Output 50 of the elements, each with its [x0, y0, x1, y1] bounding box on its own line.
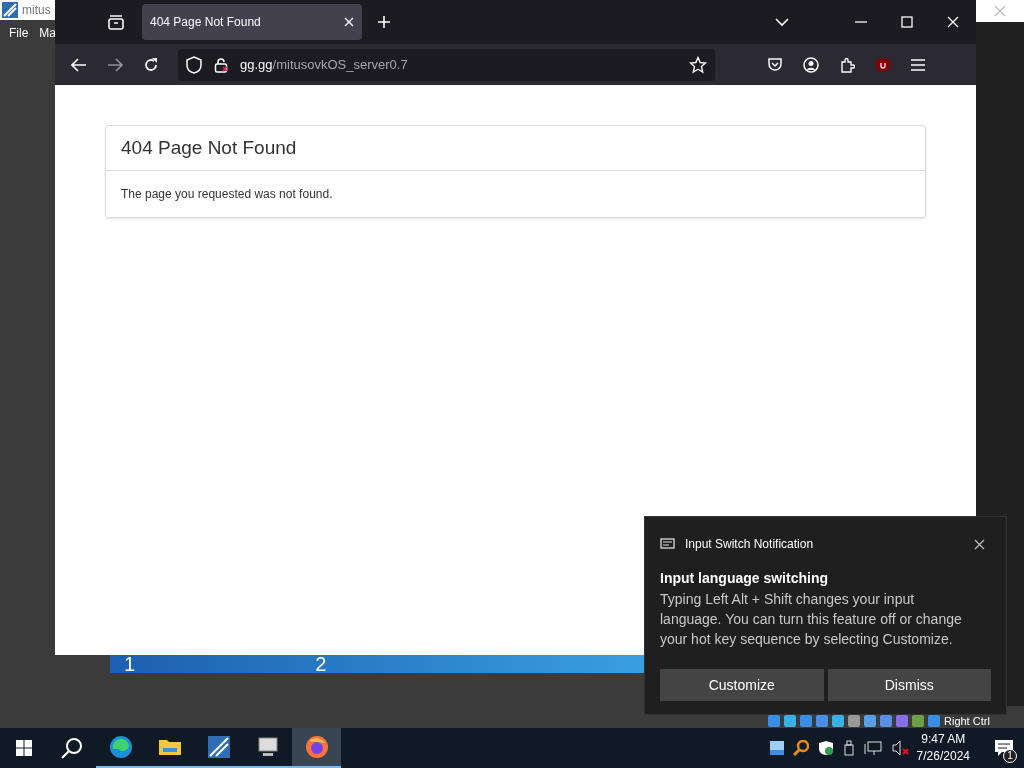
host-key-label: Right Ctrl — [944, 714, 990, 728]
maximize-icon[interactable] — [901, 16, 913, 28]
tab-list-icon[interactable] — [107, 14, 125, 30]
notification-button[interactable]: Dismiss — [827, 669, 991, 701]
windows-icon — [16, 740, 32, 756]
app-icon — [206, 735, 231, 759]
shield-icon — [186, 55, 202, 74]
usb-icon[interactable] — [842, 740, 855, 756]
page-heading: 404 Page Not Found — [121, 135, 297, 160]
magnifier-icon[interactable] — [792, 740, 809, 756]
clock[interactable]: 9:47 AM 7/26/2024 — [916, 731, 970, 765]
firefox-icon — [304, 735, 329, 759]
new-tab-icon[interactable] — [377, 15, 391, 29]
lock-icon — [214, 56, 228, 73]
browser-icon — [108, 735, 133, 759]
address-bar[interactable]: gg.gg/mitusovkOS_server0.7 — [178, 48, 715, 81]
notification-button[interactable]: Customize — [660, 669, 824, 701]
url-text: gg.gg/mitusovkOS_server0.7 — [240, 55, 409, 74]
search-icon — [61, 737, 83, 759]
network-icon[interactable] — [863, 740, 882, 756]
pocket-icon[interactable] — [767, 56, 783, 73]
shield-badge-icon[interactable] — [875, 56, 891, 73]
page-message: The page you requested was not found. — [121, 186, 333, 203]
action-center-button[interactable]: 1 — [984, 728, 1024, 768]
star-icon[interactable] — [689, 55, 707, 74]
menu-item[interactable]: Ma — [39, 24, 56, 42]
notification-title: Input language switching — [660, 569, 829, 588]
speaker-muted-icon[interactable] — [890, 740, 909, 756]
forward-icon[interactable] — [107, 57, 123, 72]
strip-label: 1 — [124, 655, 136, 673]
menu-icon[interactable] — [911, 58, 925, 71]
notification-body: Typing Left Alt + Shift changes your input language. You can turn this feature off or change your hot key sequence by selecting Customize. — [660, 590, 963, 649]
browser-tab[interactable]: 404 Page Not Found — [142, 4, 362, 40]
computer-icon — [255, 735, 280, 759]
strip-label: 2 — [315, 655, 327, 673]
clock-date: 7/26/2024 — [916, 748, 970, 765]
keyboard-icon — [660, 538, 676, 550]
notification-app-name: Input Switch Notification — [685, 536, 815, 553]
window-title: mitus — [22, 2, 51, 19]
chevron-down-icon[interactable] — [775, 17, 789, 27]
menu-item[interactable]: File — [9, 24, 29, 42]
display-icon[interactable] — [769, 741, 784, 755]
shield-icon[interactable] — [817, 740, 834, 756]
back-icon[interactable] — [71, 57, 87, 72]
account-icon[interactable] — [803, 56, 819, 73]
puzzle-icon[interactable] — [839, 56, 855, 73]
clock-time: 9:47 AM — [921, 731, 966, 748]
close-icon[interactable] — [974, 538, 985, 550]
notification-count-badge: 1 — [1003, 749, 1017, 763]
reload-icon[interactable] — [143, 56, 159, 73]
